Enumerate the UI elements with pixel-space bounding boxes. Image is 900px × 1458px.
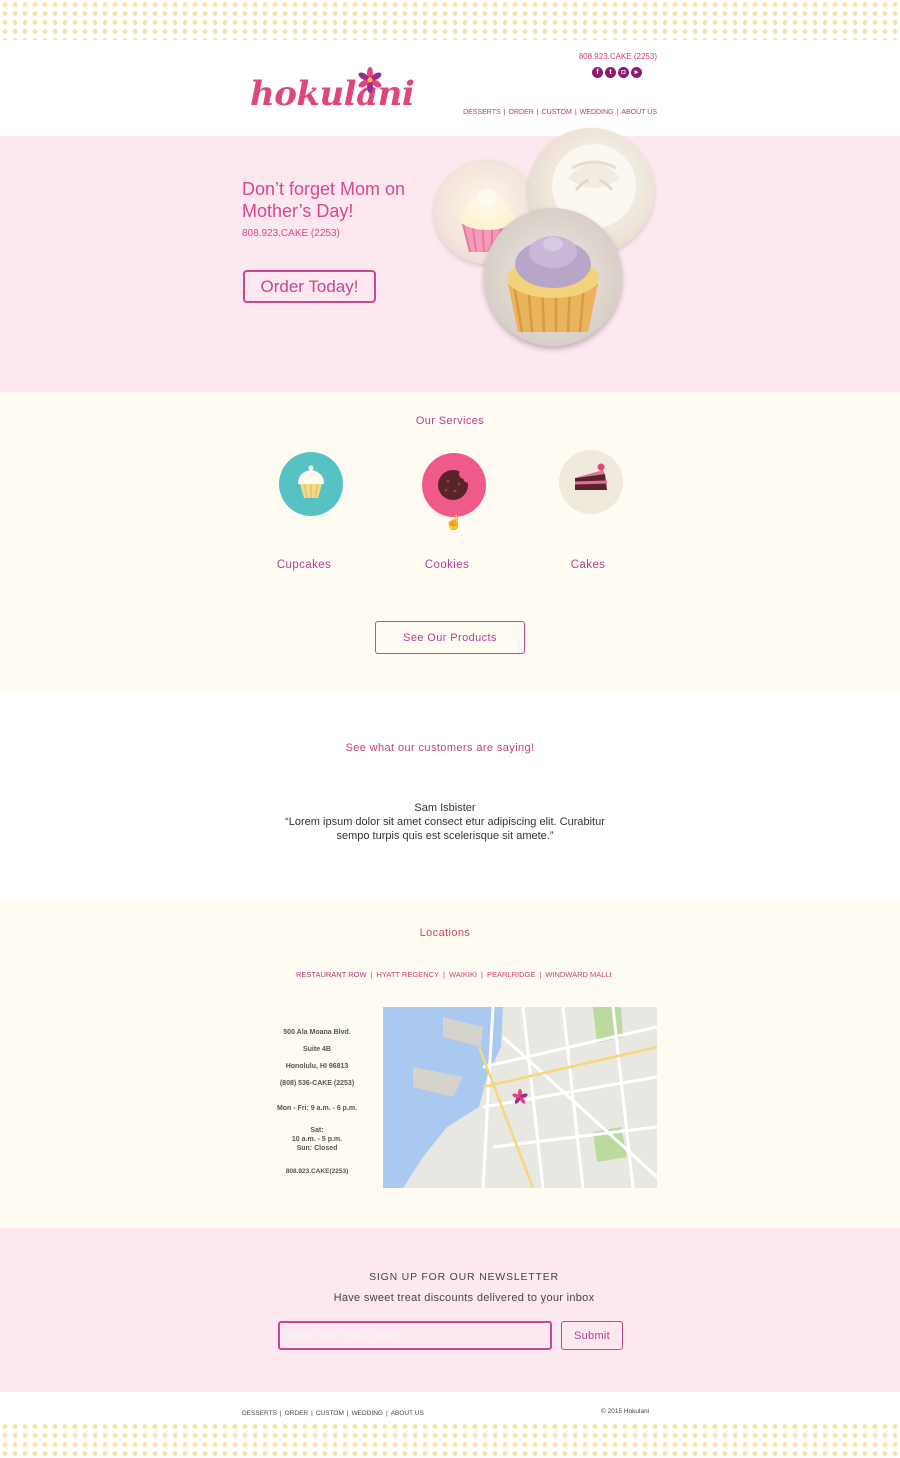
footer-nav-custom[interactable]: CUSTOM: [316, 1410, 344, 1417]
hero-title: Don’t forget Mom on Mother’s Day!: [242, 179, 406, 221]
hours-weekday: Mon - Fri: 9 a.m. - 6 p.m.: [276, 1105, 358, 1112]
cake-slice-icon[interactable]: [559, 450, 623, 514]
footer-nav: DESSERTS | ORDER | CUSTOM | WEDDING | ABOUT …: [242, 1410, 424, 1417]
nav-about-us[interactable]: ABOUT US: [621, 109, 657, 116]
testimonial-quote: “Lorem ipsum dolor sit amet consect etur…: [285, 816, 605, 842]
copyright: © 2015 Hokulani: [601, 1408, 650, 1415]
top-dot-border: [0, 0, 900, 40]
newsletter-title: SIGN UP FOR OUR NEWSLETTER: [369, 1271, 559, 1283]
testimonials-title: See what our customers are saying!: [345, 742, 535, 754]
footer-nav-about-us[interactable]: ABOUT US: [391, 1410, 424, 1417]
order-today-button[interactable]: Order Today!: [243, 270, 376, 303]
footer-nav-wedding[interactable]: WEDDING: [352, 1410, 383, 1417]
newsletter-subtitle: Have sweet treat discounts delivered to …: [333, 1292, 595, 1304]
service-label-cupcakes[interactable]: Cupcakes: [244, 559, 364, 571]
cupcake-icon[interactable]: [279, 452, 343, 516]
header-phone[interactable]: 808.923.CAKE (2253): [579, 52, 657, 61]
site-footer: DESSERTS | ORDER | CUSTOM | WEDDING | ABOUT …: [0, 1392, 900, 1422]
header-nav: DESSERTS | ORDER | CUSTOM | WEDDING | ABOUT …: [463, 109, 657, 116]
nav-desserts[interactable]: DESSERTS: [463, 109, 501, 116]
address-line2: Suite 4B: [302, 1046, 331, 1053]
location-tabs: RESTAURANT ROW | HYATT REGENCY | WAIKIKI |…: [296, 970, 612, 979]
newsletter-section: SIGN UP FOR OUR NEWSLETTER Have sweet tr…: [0, 1228, 900, 1392]
address-line3: Honolulu, HI 96813: [285, 1063, 349, 1070]
cookie-icon[interactable]: [422, 453, 486, 517]
services-section: Our Services ☝ Cupcakes Cookies Cakes Se…: [0, 392, 900, 692]
service-label-cakes[interactable]: Cakes: [528, 559, 648, 571]
location-map[interactable]: [383, 1007, 657, 1188]
location-address: 500 Ala Moana Blvd. Suite 4B Honolulu, H…: [260, 1028, 374, 1184]
twitter-icon[interactable]: t: [605, 67, 616, 78]
locations-title: Locations: [419, 927, 471, 939]
nav-order[interactable]: ORDER: [509, 109, 534, 116]
newsletter-email-input[interactable]: [278, 1321, 552, 1350]
address-phone[interactable]: (808) 536-CAKE (2253): [260, 1079, 374, 1088]
footer-nav-desserts[interactable]: DESSERTS: [242, 1410, 277, 1417]
tab-windward-mall[interactable]: WINDWARD MALLt: [545, 970, 611, 979]
cupcake-photo-lavender: [484, 208, 622, 346]
see-products-button[interactable]: See Our Products: [375, 621, 525, 654]
tab-waikiki[interactable]: WAIKIKI: [449, 970, 477, 979]
facebook-icon[interactable]: f: [592, 67, 603, 78]
address-phone2[interactable]: 808.923.CAKE(2253): [260, 1167, 374, 1176]
newsletter-submit-button[interactable]: Submit: [561, 1321, 623, 1350]
tab-pearlridge[interactable]: PEARLRIDGE: [487, 970, 535, 979]
instagram-icon[interactable]: ◘: [618, 67, 629, 78]
tab-hyatt-regency[interactable]: HYATT REGENCY: [377, 970, 440, 979]
nav-wedding[interactable]: WEDDING: [580, 109, 614, 116]
locations-section: Locations RESTAURANT ROW | HYATT REGENCY…: [0, 900, 900, 1228]
service-label-cookies[interactable]: Cookies: [387, 559, 507, 571]
hours-sat: 10 a.m. - 5 p.m.: [291, 1136, 343, 1143]
address-line1: 500 Ala Moana Blvd.: [283, 1029, 351, 1036]
testimonial-author: Sam Isbister: [414, 802, 476, 814]
services-title: Our Services: [415, 415, 485, 427]
tab-restaurant-row[interactable]: RESTAURANT ROW: [296, 970, 367, 979]
nav-custom[interactable]: CUSTOM: [542, 109, 572, 116]
hours-sun: Sun: Closed: [296, 1145, 338, 1152]
footer-nav-order[interactable]: ORDER: [285, 1410, 308, 1417]
social-links: f t ◘ ▸: [592, 67, 642, 78]
logo[interactable]: hokulani: [250, 74, 415, 114]
hand-cursor-icon: ☝: [445, 514, 463, 530]
site-header: hokulani 808.923.CAKE (2253) f t ◘ ▸ DES…: [0, 40, 900, 136]
hero-banner: Don’t forget Mom on Mother’s Day! 808.92…: [0, 128, 900, 392]
hours-sat-label: Sat:: [310, 1127, 324, 1134]
youtube-icon[interactable]: ▸: [631, 67, 642, 78]
flower-icon: [358, 67, 382, 93]
hero-phone[interactable]: 808.923.CAKE (2253): [242, 228, 340, 239]
bottom-dot-border: [0, 1422, 900, 1458]
testimonials-section: See what our customers are saying! Sam I…: [0, 692, 900, 900]
